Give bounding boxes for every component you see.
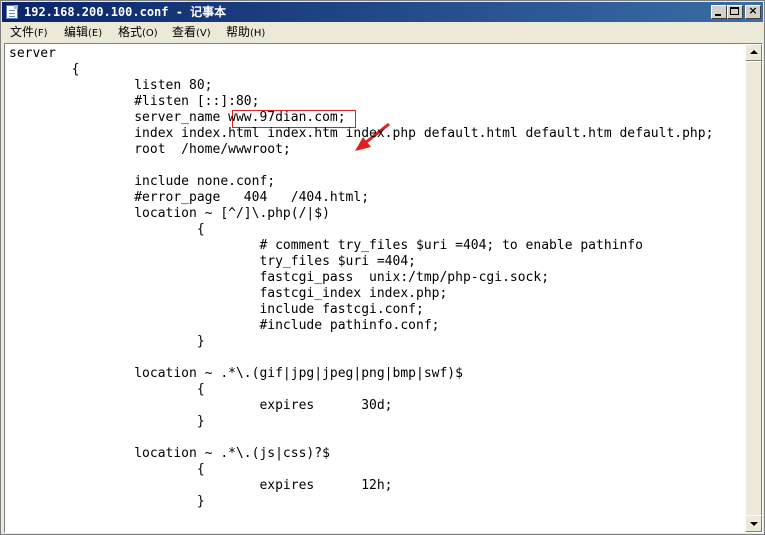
code-line: server	[9, 46, 56, 61]
code-line: location ~ .*\.(js|css)?$	[9, 446, 330, 461]
minimize-button[interactable]	[711, 5, 727, 19]
title-bar[interactable]: 192.168.200.100.conf - 记事本 ×	[2, 2, 763, 22]
code-line: expires 12h;	[9, 478, 393, 493]
scroll-down-button[interactable]	[745, 515, 762, 532]
menu-bar: 文件(F) 编辑(E) 格式(O) 查看(V) 帮助(H)	[2, 23, 763, 42]
code-line: #listen [::]:80;	[9, 94, 260, 109]
code-line: }	[9, 494, 205, 509]
menu-help-label: 帮助	[226, 25, 251, 39]
code-line: #error_page 404 /404.html;	[9, 190, 370, 205]
code-line: include none.conf;	[9, 174, 276, 189]
menu-view[interactable]: 查看(V)	[172, 25, 211, 40]
arrow-up-icon	[750, 50, 758, 54]
menu-edit-hotkey: (E)	[88, 28, 103, 39]
arrow-down-icon	[750, 522, 758, 526]
code-line: server_name www.97dian.com;	[9, 110, 346, 125]
code-line: location ~ [^/]\.php(/|$)	[9, 206, 330, 221]
close-button[interactable]: ×	[745, 5, 761, 19]
code-line: try_files $uri =404;	[9, 254, 416, 269]
code-line: # comment try_files $uri =404; to enable…	[9, 238, 643, 253]
code-line: #include pathinfo.conf;	[9, 318, 440, 333]
menu-format-label: 格式	[118, 25, 143, 39]
code-line: root /home/wwwroot;	[9, 142, 291, 157]
maximize-icon	[730, 7, 739, 15]
menu-help[interactable]: 帮助(H)	[226, 25, 265, 40]
scroll-thumb[interactable]	[745, 61, 762, 516]
code-line: index index.html index.htm index.php def…	[9, 126, 714, 141]
code-line: }	[9, 414, 205, 429]
maximize-button[interactable]	[727, 5, 743, 19]
menu-format[interactable]: 格式(O)	[118, 25, 158, 40]
menu-file-hotkey: (F)	[34, 28, 48, 39]
minimize-icon	[715, 14, 721, 16]
code-line: }	[9, 334, 205, 349]
scroll-up-button[interactable]	[745, 44, 762, 61]
menu-view-hotkey: (V)	[196, 28, 211, 39]
code-line: {	[9, 222, 205, 237]
menu-edit-label: 编辑	[64, 25, 89, 39]
code-line: fastcgi_pass unix:/tmp/php-cgi.sock;	[9, 270, 550, 285]
code-line: listen 80;	[9, 78, 213, 93]
menu-help-hotkey: (H)	[250, 28, 266, 39]
code-line: {	[9, 382, 205, 397]
menu-file-label: 文件	[10, 25, 35, 39]
code-line: expires 30d;	[9, 398, 393, 413]
notepad-icon[interactable]	[6, 5, 18, 19]
code-line: {	[9, 462, 205, 477]
vertical-scrollbar[interactable]	[745, 44, 762, 532]
window-title: 192.168.200.100.conf - 记事本	[24, 5, 227, 19]
text-content[interactable]: server { listen 80; #listen [::]:80; ser…	[7, 45, 745, 531]
close-icon: ×	[748, 4, 758, 17]
code-line: {	[9, 62, 80, 77]
code-line: location ~ .*\.(gif|jpg|jpeg|png|bmp|swf…	[9, 366, 463, 381]
text-editor[interactable]: server { listen 80; #listen [::]:80; ser…	[4, 43, 763, 533]
menu-edit[interactable]: 编辑(E)	[64, 25, 102, 40]
code-line: include fastcgi.conf;	[9, 302, 424, 317]
code-line: fastcgi_index index.php;	[9, 286, 448, 301]
menu-file[interactable]: 文件(F)	[10, 25, 48, 40]
menu-view-label: 查看	[172, 25, 197, 39]
notepad-window: 192.168.200.100.conf - 记事本 × 文件(F) 编辑(E)…	[0, 0, 765, 535]
menu-format-hotkey: (O)	[142, 28, 158, 39]
